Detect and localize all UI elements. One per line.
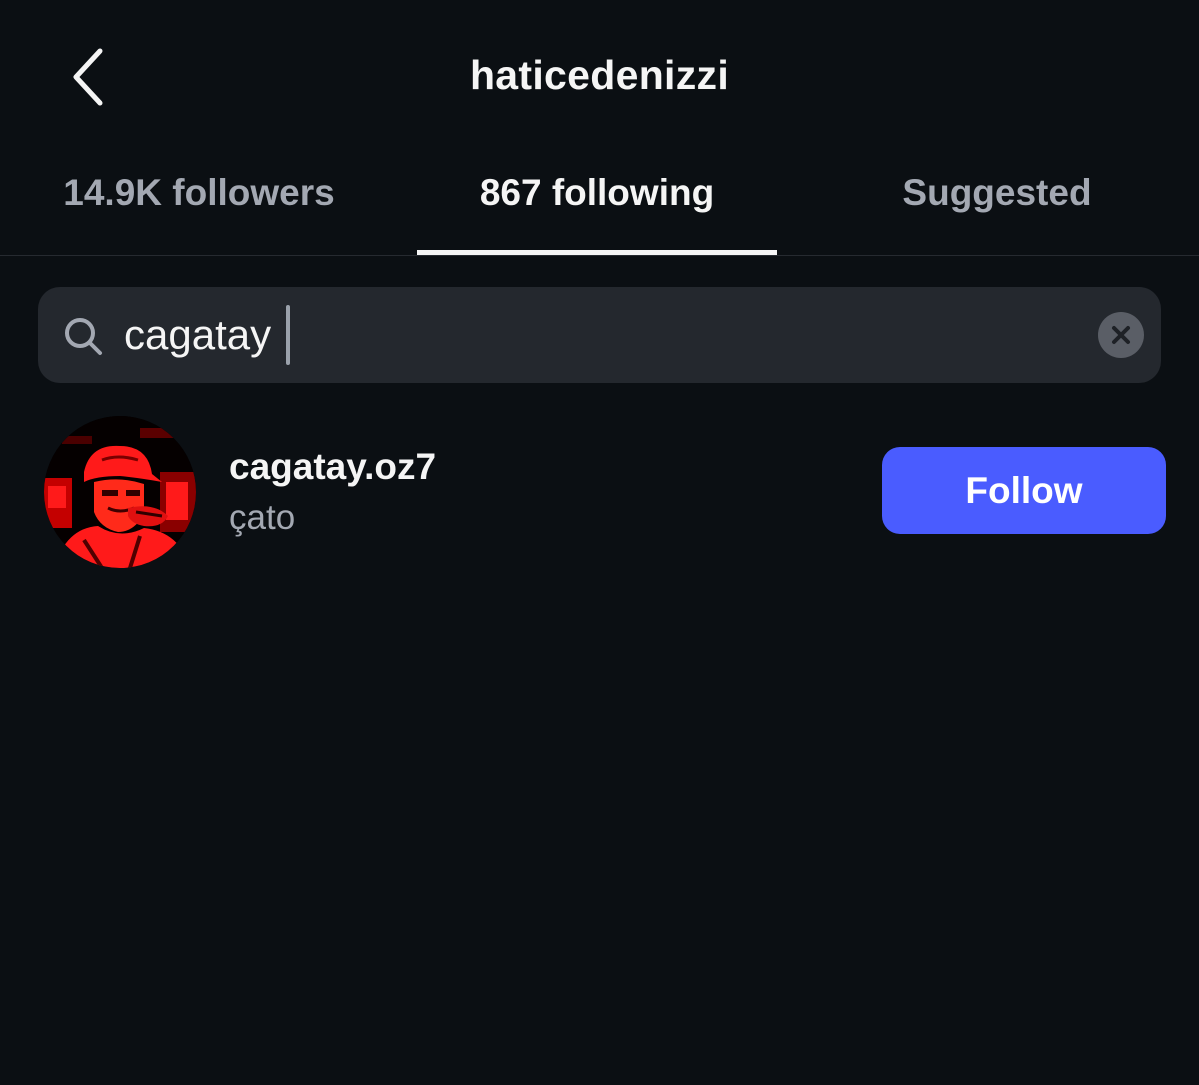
search-input[interactable]: [124, 303, 1074, 367]
avatar[interactable]: [44, 416, 196, 568]
text-cursor: [286, 305, 290, 365]
tab-followers[interactable]: 14.9K followers: [20, 172, 378, 256]
follow-tabs: 14.9K followers 867 following Suggested: [0, 150, 1199, 256]
search-icon: [65, 318, 102, 355]
clear-icon: [1112, 326, 1130, 344]
result-username[interactable]: cagatay.oz7: [229, 446, 436, 488]
active-tab-indicator: [417, 250, 777, 255]
tab-suggested[interactable]: Suggested: [818, 172, 1176, 256]
clear-search-button[interactable]: [1098, 312, 1144, 358]
top-bar: haticedenizzi: [0, 0, 1199, 150]
result-full-name: çato: [229, 498, 296, 537]
follow-button[interactable]: Follow: [882, 447, 1166, 534]
search-bar[interactable]: [38, 287, 1161, 383]
list-item[interactable]: cagatay.oz7 çato Follow: [0, 410, 1199, 575]
tab-following[interactable]: 867 following: [417, 172, 777, 256]
page-title: haticedenizzi: [469, 52, 730, 98]
avatar-image: [44, 416, 196, 568]
